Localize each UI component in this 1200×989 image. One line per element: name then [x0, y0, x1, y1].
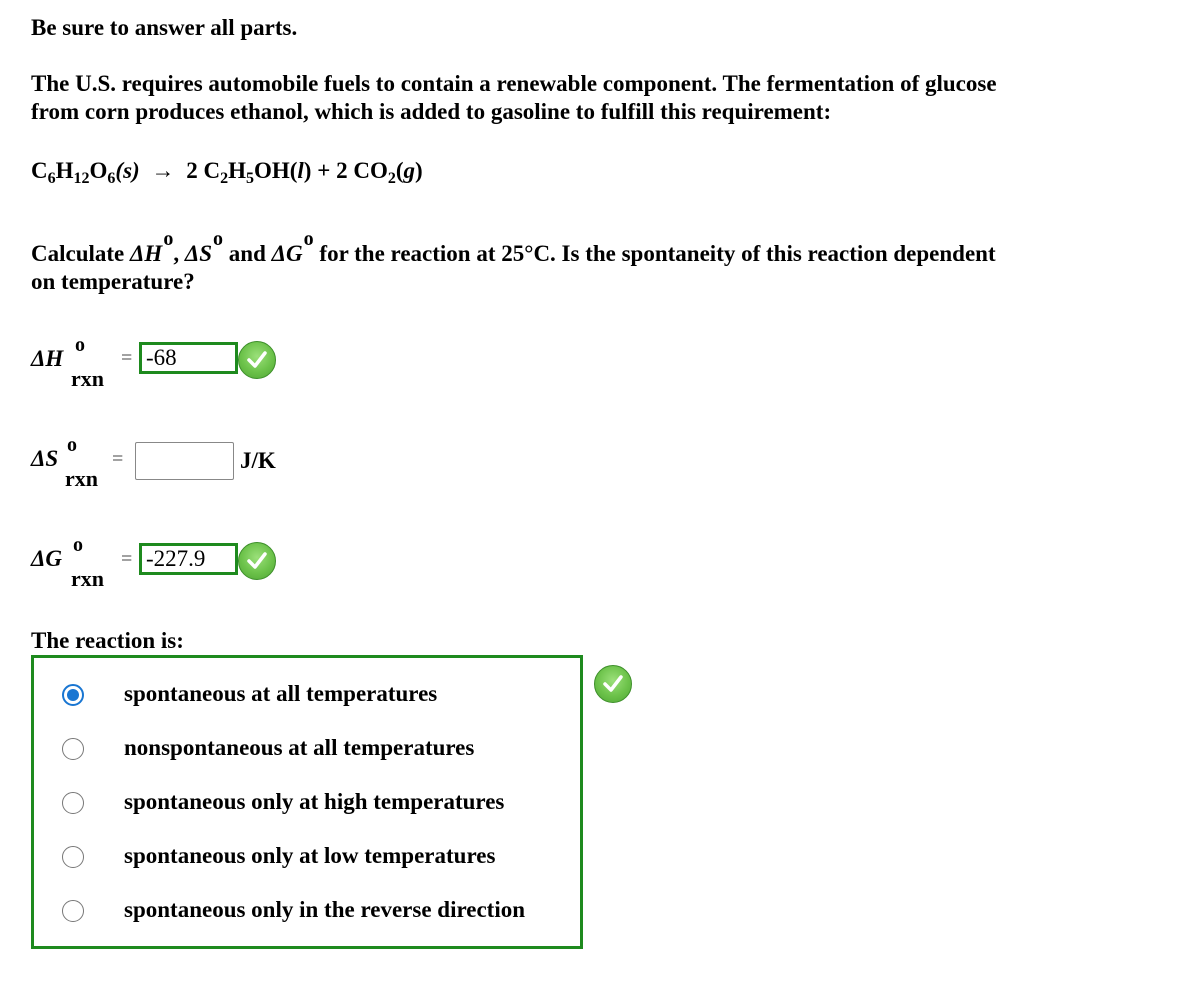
correct-check-icon	[238, 341, 276, 379]
choice-option[interactable]: spontaneous at all temperatures	[34, 675, 574, 715]
instruction-text: Be sure to answer all parts.	[31, 15, 298, 40]
correct-check-icon	[594, 665, 632, 703]
equals-sign: =	[121, 347, 133, 369]
radio-button-selected[interactable]	[62, 684, 84, 706]
delta-g-input[interactable]: -227.9	[139, 543, 238, 575]
delta-h-input[interactable]: -68	[139, 342, 238, 374]
problem-line-2: from corn produces ethanol, which is add…	[31, 99, 832, 124]
delta-s-unit: J/K	[240, 448, 276, 473]
radio-button[interactable]	[62, 846, 84, 868]
reaction-question: The reaction is:	[31, 628, 184, 653]
delta-s-label: ΔS o rxn	[31, 434, 98, 491]
chemical-equation: C6H12O6(s) → 2 C2H5OH(l) + 2 CO2(g)	[31, 158, 423, 187]
radio-button[interactable]	[62, 900, 84, 922]
question-line-2: on temperature?	[31, 269, 195, 294]
equals-sign: =	[112, 448, 124, 470]
choice-option[interactable]: spontaneous only at high temperatures	[34, 783, 574, 823]
question-line-1: Calculate ΔHo, ΔSo and ΔGo for the react…	[31, 228, 996, 266]
problem-line-1: The U.S. requires automobile fuels to co…	[31, 71, 997, 96]
choices-group: spontaneous at all temperatures nonspont…	[31, 655, 583, 949]
choice-option[interactable]: nonspontaneous at all temperatures	[34, 729, 574, 769]
choice-option[interactable]: spontaneous only at low temperatures	[34, 837, 574, 877]
delta-s-input[interactable]	[135, 442, 234, 480]
radio-button[interactable]	[62, 792, 84, 814]
correct-check-icon	[238, 542, 276, 580]
reaction-arrow: →	[151, 158, 175, 183]
choice-option[interactable]: spontaneous only in the reverse directio…	[34, 891, 574, 931]
radio-button[interactable]	[62, 738, 84, 760]
equals-sign: =	[121, 548, 133, 570]
